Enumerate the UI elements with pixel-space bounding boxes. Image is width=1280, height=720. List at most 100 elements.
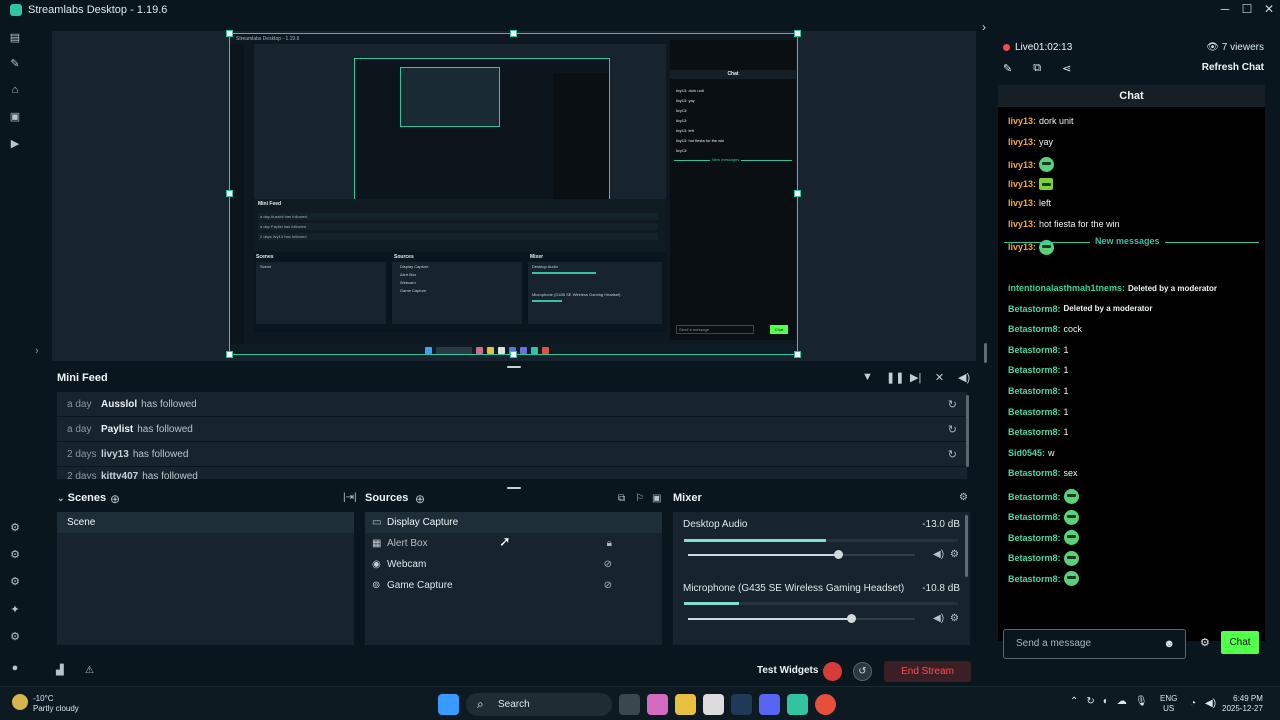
apps-icon[interactable]: ⚙	[8, 548, 22, 562]
clock[interactable]: 6:49 PM 2025-12-27	[1222, 694, 1263, 714]
channel-settings-icon[interactable]: ⚙	[950, 549, 959, 560]
sync-icon[interactable]: ↻	[1086, 696, 1094, 707]
speaker-icon[interactable]: ◀)	[933, 613, 944, 624]
source-item[interactable]: ▦ Alert Box 🔒︎	[365, 533, 662, 554]
refresh-chat-button[interactable]: Refresh Chat	[1202, 62, 1264, 73]
volume-slider[interactable]	[688, 618, 915, 620]
chat-username[interactable]: Betastorm8:	[1008, 468, 1061, 478]
resize-handle[interactable]	[226, 190, 233, 197]
edit-icon[interactable]: ✎	[1003, 62, 1012, 75]
folder-icon[interactable]: ▣	[652, 493, 661, 504]
settings-icon[interactable]: ⚙	[8, 630, 22, 644]
minimize-icon[interactable]: ─	[1214, 0, 1236, 19]
close-icon[interactable]: ✕	[1258, 0, 1280, 19]
source-group-icon[interactable]: ⚐	[635, 493, 644, 504]
resize-handle[interactable]	[794, 30, 801, 37]
feed-scrollbar[interactable]	[966, 395, 969, 467]
file-explorer-icon[interactable]	[675, 694, 696, 715]
store-app-icon[interactable]	[703, 694, 724, 715]
chat-username[interactable]: Betastorm8:	[1008, 533, 1061, 543]
chevron-down-icon[interactable]: ⌄	[57, 493, 65, 503]
filter-icon[interactable]: ▼	[862, 371, 873, 384]
chat-username[interactable]: Betastorm8:	[1008, 324, 1061, 334]
themes-icon[interactable]: ✎	[8, 57, 22, 71]
language-indicator[interactable]: ENG US	[1160, 694, 1177, 714]
chat-username[interactable]: Betastorm8:	[1008, 304, 1061, 314]
source-item[interactable]: ◉ Webcam ⊘	[365, 554, 662, 575]
chat-username[interactable]: Betastorm8:	[1008, 407, 1061, 417]
volume-knob[interactable]	[847, 614, 857, 623]
start-icon[interactable]	[438, 694, 459, 715]
replay-icon[interactable]: ↻	[948, 398, 957, 411]
lock-icon[interactable]: 🔒︎	[607, 533, 612, 554]
chat-username[interactable]: Betastorm8:	[1008, 386, 1061, 396]
chat-username[interactable]: livy13:	[1008, 160, 1036, 170]
highlighter-icon[interactable]: ⚙	[8, 521, 22, 535]
play-icon[interactable]: ▶	[8, 137, 22, 151]
chat-username[interactable]: livy13:	[1008, 179, 1036, 189]
steam-icon[interactable]	[731, 694, 752, 715]
sparkle-icon[interactable]: ✦	[8, 603, 22, 617]
volume-slider[interactable]	[688, 554, 915, 556]
chat-username[interactable]: Betastorm8:	[1008, 553, 1061, 563]
pause-icon[interactable]: ❚❚	[886, 371, 904, 384]
collab-icon[interactable]: ⚙	[8, 575, 22, 589]
add-scene-icon[interactable]: ⊕	[110, 492, 120, 506]
layout-icon[interactable]: ▣	[8, 110, 22, 124]
skip-icon[interactable]: ▶|	[910, 371, 921, 384]
discord-icon[interactable]	[759, 694, 780, 715]
record-icon[interactable]	[823, 662, 842, 681]
chrome-icon[interactable]	[815, 694, 836, 715]
source-item[interactable]: ▭ Display Capture	[365, 512, 662, 533]
volume-knob[interactable]	[833, 550, 843, 559]
resize-handle[interactable]	[226, 30, 233, 37]
chat-send-button[interactable]: Chat	[1221, 631, 1259, 654]
source-item[interactable]: ⊚ Game Capture ⊘	[365, 575, 662, 596]
chevron-right-small-icon[interactable]: ›	[35, 345, 39, 357]
resize-grip[interactable]	[507, 487, 521, 489]
chevron-up-icon[interactable]: ⌃	[1070, 696, 1078, 707]
scene-transitions-icon[interactable]: |⇥|	[343, 492, 357, 503]
source-settings-icon[interactable]: ⧉	[618, 493, 625, 504]
chat-username[interactable]: livy13:	[1008, 137, 1036, 147]
chat-username[interactable]: Betastorm8:	[1008, 512, 1061, 522]
end-stream-button[interactable]: End Stream	[884, 661, 971, 682]
resize-handle[interactable]	[794, 351, 801, 358]
mixer-settings-icon[interactable]: ⚙	[959, 492, 968, 503]
weather-widget[interactable]: -10°C Partly cloudy	[12, 694, 79, 714]
chat-username[interactable]: Betastorm8:	[1008, 365, 1061, 375]
emoji-icon[interactable]: ☻	[1163, 630, 1175, 658]
network-app-icon[interactable]: ◐	[1103, 696, 1109, 707]
replay-icon[interactable]: ↻	[948, 423, 957, 436]
scrollbar[interactable]	[984, 343, 987, 363]
chat-username[interactable]: livy13:	[1008, 219, 1036, 229]
chat-username[interactable]: Betastorm8:	[1008, 345, 1061, 355]
replay-buffer-icon[interactable]: ↺	[853, 662, 872, 681]
maximize-icon[interactable]: ☐	[1236, 0, 1258, 19]
performance-icon[interactable]: ▟	[56, 665, 64, 676]
taskbar-search[interactable]: Search	[466, 693, 612, 716]
send-message-input[interactable]: Send a message ☻	[1003, 629, 1186, 659]
chat-username[interactable]: Betastorm8:	[1008, 427, 1061, 437]
resize-handle[interactable]	[226, 351, 233, 358]
cloud-icon[interactable]: ☁	[1117, 696, 1127, 707]
chat-username[interactable]: livy13:	[1008, 116, 1036, 126]
resize-handle[interactable]	[510, 351, 517, 358]
add-source-icon[interactable]: ⊕	[415, 492, 425, 506]
chat-username[interactable]: Betastorm8:	[1008, 574, 1061, 584]
chat-settings-icon[interactable]: ⚙	[1200, 636, 1210, 649]
replay-icon[interactable]: ↻	[948, 448, 957, 461]
stream-canvas[interactable]: Streamlabs Desktop - 1.19.6 Mini Feed a …	[229, 33, 798, 355]
channel-settings-icon[interactable]: ⚙	[950, 613, 959, 624]
profile-icon[interactable]: ●	[8, 661, 22, 675]
wifi-icon[interactable]: ◔	[1190, 698, 1196, 709]
copilot-icon[interactable]	[647, 694, 668, 715]
scene-item[interactable]: Scene	[57, 512, 354, 533]
resize-handle[interactable]	[794, 190, 801, 197]
store-icon[interactable]: ⌂	[8, 83, 22, 97]
share-icon[interactable]: ⋖	[1062, 62, 1071, 75]
chat-username[interactable]: intentionalasthmah1tnems:	[1008, 283, 1125, 293]
mixer-scrollbar[interactable]	[965, 515, 968, 577]
resize-handle[interactable]	[510, 30, 517, 37]
editor-icon[interactable]: ▤	[8, 31, 22, 45]
